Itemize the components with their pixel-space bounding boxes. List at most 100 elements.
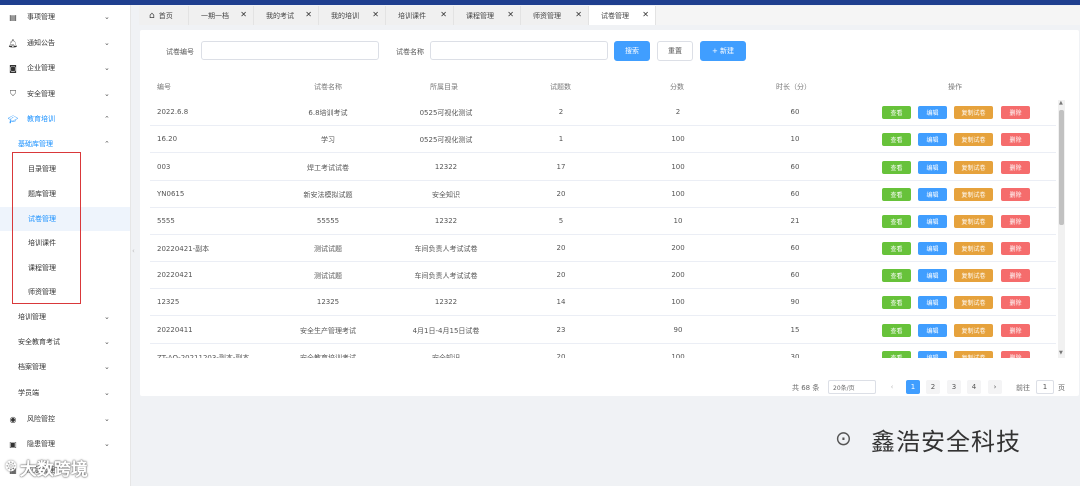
edit-button[interactable]: 编辑 [918, 188, 947, 201]
sidebar-subitem-teacher[interactable]: 师资管理 [0, 280, 130, 304]
view-button[interactable]: 查看 [882, 133, 911, 146]
page-size-select[interactable]: 20条/页 [828, 380, 876, 394]
edit-button[interactable]: 编辑 [918, 324, 947, 337]
sidebar-subitem-catalog[interactable]: 目录管理 [0, 157, 130, 181]
scrollbar-thumb[interactable] [1059, 110, 1064, 225]
new-button[interactable]: + 新建 [700, 41, 746, 61]
paper-name-input[interactable] [430, 41, 608, 60]
view-button[interactable]: 查看 [882, 296, 911, 309]
sidebar-item-training-mgmt[interactable]: 培训管理 ⌄ [0, 305, 130, 329]
copy-paper-button[interactable]: 复制试卷 [954, 269, 993, 282]
table-row: 12325 12325 12322 14 100 90 查看 编辑 复制试卷 删除 [150, 289, 1056, 316]
scroll-up-icon[interactable]: ▲ [1059, 100, 1063, 106]
close-icon[interactable]: ✕ [575, 10, 582, 19]
chevron-down-icon: ⌄ [104, 363, 110, 371]
cell-code: 2022.6.8 [157, 108, 189, 116]
sidebar-item-student-portal[interactable]: 学员端 ⌄ [0, 381, 130, 405]
edit-button[interactable]: 编辑 [918, 106, 947, 119]
tab-period-archive[interactable]: 一期一档 ✕ [189, 6, 254, 25]
page-button-4[interactable]: 4 [967, 380, 981, 394]
sidebar-item-safety[interactable]: ⛉ 安全管理 ⌄ [0, 82, 130, 106]
edit-button[interactable]: 编辑 [918, 133, 947, 146]
sidebar-item-hazard[interactable]: ▣ 隐患管理 ⌄ [0, 432, 130, 456]
edit-button[interactable]: 编辑 [918, 242, 947, 255]
home-icon: ⌂ [149, 10, 155, 21]
search-button[interactable]: 搜索 [614, 41, 650, 61]
paper-code-input[interactable] [201, 41, 379, 60]
prev-page-button[interactable]: ‹ [885, 380, 899, 394]
delete-button[interactable]: 删除 [1001, 296, 1030, 309]
wechat-icon: ⊙ [835, 426, 852, 450]
sidebar-item-affairs[interactable]: ▤ 事项管理 ⌄ [0, 5, 130, 29]
copy-paper-button[interactable]: 复制试卷 [954, 133, 993, 146]
copy-paper-button[interactable]: 复制试卷 [954, 188, 993, 201]
sidebar-item-education[interactable]: 🎓︎ 教育培训 ⌃ [0, 107, 130, 131]
view-button[interactable]: 查看 [882, 269, 911, 282]
close-icon[interactable]: ✕ [507, 10, 514, 19]
copy-paper-button[interactable]: 复制试卷 [954, 324, 993, 337]
next-page-button[interactable]: › [988, 380, 1002, 394]
close-icon[interactable]: ✕ [642, 10, 649, 19]
delete-button[interactable]: 删除 [1001, 269, 1030, 282]
sidebar-group-base-library[interactable]: 基础库管理 ⌃ [0, 132, 130, 156]
copy-paper-button[interactable]: 复制试卷 [954, 351, 993, 358]
close-icon[interactable]: ✕ [440, 10, 447, 19]
close-icon[interactable]: ✕ [372, 10, 379, 19]
tab-my-exams[interactable]: 我的考试 ✕ [254, 6, 319, 25]
edit-button[interactable]: 编辑 [918, 161, 947, 174]
copy-paper-button[interactable]: 复制试卷 [954, 161, 993, 174]
view-button[interactable]: 查看 [882, 161, 911, 174]
sidebar-item-enterprise[interactable]: ◙ 企业管理 ⌄ [0, 56, 130, 80]
page-button-3[interactable]: 3 [947, 380, 961, 394]
edit-button[interactable]: 编辑 [918, 215, 947, 228]
sidebar-item-archive[interactable]: 档案管理 ⌄ [0, 355, 130, 379]
reset-button[interactable]: 重置 [657, 41, 693, 61]
cell-score: 100 [671, 163, 685, 171]
tab-course-mgmt[interactable]: 课程管理 ✕ [454, 6, 521, 25]
delete-button[interactable]: 删除 [1001, 242, 1030, 255]
goto-page-input[interactable]: 1 [1036, 380, 1054, 394]
view-button[interactable]: 查看 [882, 351, 911, 358]
view-button[interactable]: 查看 [882, 106, 911, 119]
copy-paper-button[interactable]: 复制试卷 [954, 242, 993, 255]
view-button[interactable]: 查看 [882, 188, 911, 201]
delete-button[interactable]: 删除 [1001, 351, 1030, 358]
scroll-down-icon[interactable]: ▼ [1059, 350, 1063, 356]
sidebar-subitem-course[interactable]: 课程管理 [0, 256, 130, 280]
tab-home[interactable]: ⌂ 首页 [139, 6, 189, 25]
copy-paper-button[interactable]: 复制试卷 [954, 215, 993, 228]
tab-exam-paper-mgmt[interactable]: 试卷管理 ✕ [589, 6, 656, 25]
view-button[interactable]: 查看 [882, 215, 911, 228]
table-row: 16.20 学习 0525可视化测试 1 100 10 查看 编辑 复制试卷 删除 [150, 126, 1056, 153]
page-button-2[interactable]: 2 [926, 380, 940, 394]
sidebar-item-label: 事项管理 [27, 13, 55, 21]
delete-button[interactable]: 删除 [1001, 324, 1030, 337]
edit-button[interactable]: 编辑 [918, 296, 947, 309]
close-icon[interactable]: ✕ [305, 10, 312, 19]
sidebar-subitem-exam-paper[interactable]: 试卷管理 [0, 207, 130, 231]
edit-button[interactable]: 编辑 [918, 269, 947, 282]
delete-button[interactable]: 删除 [1001, 106, 1030, 119]
sidebar-subitem-question-bank[interactable]: 题库管理 [0, 182, 130, 206]
tab-my-training[interactable]: 我的培训 ✕ [319, 6, 386, 25]
copy-paper-button[interactable]: 复制试卷 [954, 296, 993, 309]
delete-button[interactable]: 删除 [1001, 215, 1030, 228]
view-button[interactable]: 查看 [882, 324, 911, 337]
sidebar-item-risk[interactable]: ◉ 风险管控 ⌄ [0, 407, 130, 431]
delete-button[interactable]: 删除 [1001, 161, 1030, 174]
table-scrollbar[interactable]: ▲ ▼ [1058, 100, 1065, 358]
edit-button[interactable]: 编辑 [918, 351, 947, 358]
collapse-sidebar-icon[interactable]: ‹ [132, 247, 138, 261]
view-button[interactable]: 查看 [882, 242, 911, 255]
sidebar-item-notice[interactable]: 🔔︎ 通知公告 ⌄ [0, 31, 130, 55]
sidebar-item-safety-exam[interactable]: 安全教育考试 ⌄ [0, 330, 130, 354]
delete-button[interactable]: 删除 [1001, 188, 1030, 201]
sidebar-subitem-courseware[interactable]: 培训课件 [0, 231, 130, 255]
tab-teacher-mgmt[interactable]: 师资管理 ✕ [521, 6, 589, 25]
copy-paper-button[interactable]: 复制试卷 [954, 106, 993, 119]
page-size-value: 20条/页 [833, 384, 855, 392]
close-icon[interactable]: ✕ [240, 10, 247, 19]
page-button-1[interactable]: 1 [906, 380, 920, 394]
delete-button[interactable]: 删除 [1001, 133, 1030, 146]
tab-courseware[interactable]: 培训课件 ✕ [386, 6, 454, 25]
